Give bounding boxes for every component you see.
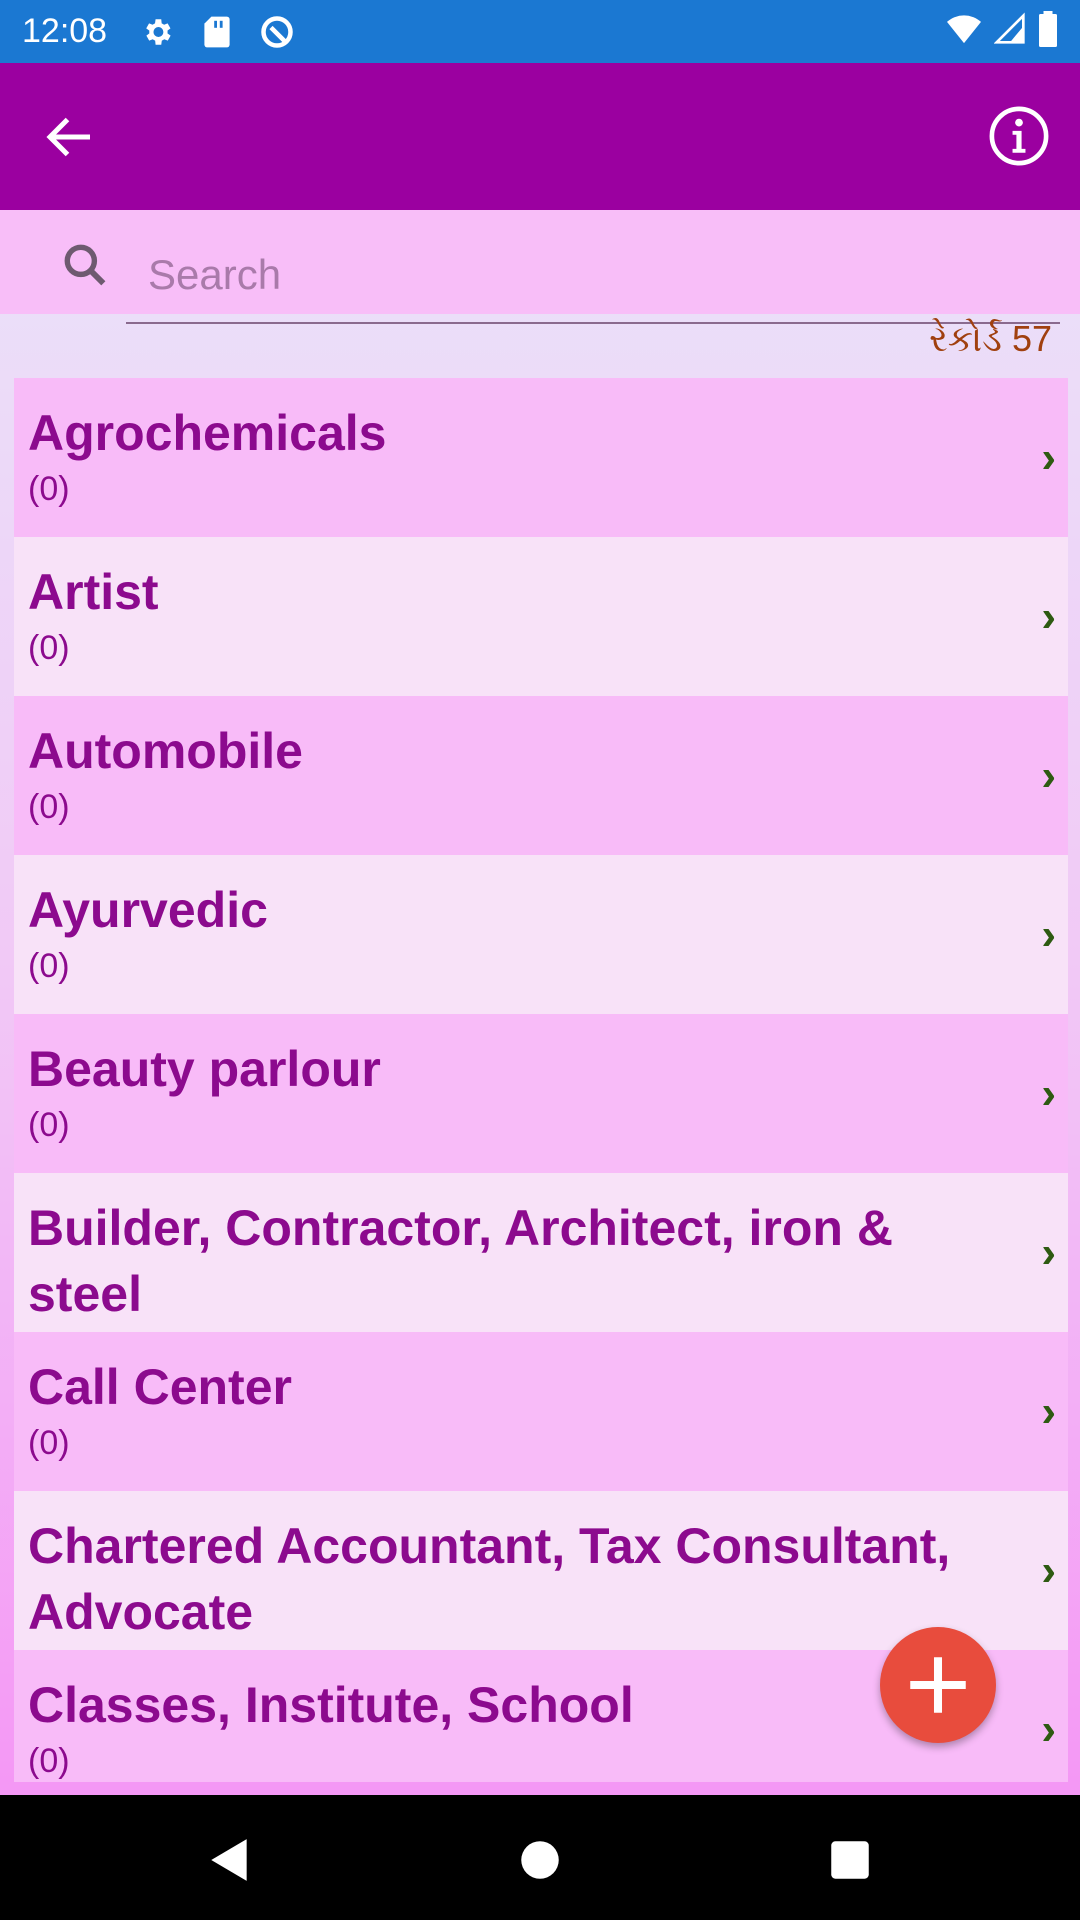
chevron-right-icon: › — [1041, 1704, 1056, 1754]
chevron-right-icon: › — [1041, 1545, 1056, 1595]
item-count: (0) — [28, 1742, 70, 1780]
item-title: Call Center — [28, 1359, 292, 1415]
item-count: (0) — [28, 1424, 70, 1462]
info-icon — [989, 106, 1049, 166]
status-time: 12:08 — [22, 12, 108, 50]
back-button[interactable] — [40, 107, 100, 167]
item-count: (0) — [28, 947, 70, 985]
item-title: Chartered Accountant, Tax Consultant, Ad… — [28, 1518, 951, 1640]
sd-card-icon — [197, 12, 237, 52]
item-title: Beauty parlour — [28, 1041, 381, 1097]
item-title: Ayurvedic — [28, 882, 268, 938]
list-item[interactable]: Agrochemicals (0) › — [14, 378, 1068, 537]
list-item[interactable]: Builder, Contractor, Architect, iron & s… — [14, 1173, 1068, 1369]
chevron-right-icon: › — [1041, 750, 1056, 800]
list-item[interactable]: Ayurvedic (0) › — [14, 855, 1068, 1014]
search-bar — [0, 210, 1080, 324]
gear-icon — [137, 12, 177, 52]
nav-home-icon[interactable] — [515, 1835, 565, 1885]
info-button[interactable] — [988, 105, 1050, 167]
battery-icon — [1038, 11, 1058, 52]
chevron-right-icon: › — [1041, 591, 1056, 641]
chevron-right-icon: › — [1041, 909, 1056, 959]
item-title: Agrochemicals — [28, 405, 387, 461]
list-item[interactable]: Automobile (0) › — [14, 696, 1068, 855]
item-count: (0) — [28, 788, 70, 826]
app-toolbar — [0, 63, 1080, 210]
list-item[interactable]: Beauty parlour (0) › — [14, 1014, 1068, 1173]
add-button[interactable] — [880, 1627, 996, 1743]
navigation-bar — [0, 1795, 1080, 1920]
chevron-right-icon: › — [1041, 1227, 1056, 1277]
item-title: Classes, Institute, School — [28, 1677, 634, 1733]
item-title: Automobile — [28, 723, 303, 779]
status-bar: 12:08 — [0, 0, 1080, 63]
chevron-right-icon: › — [1041, 1068, 1056, 1118]
arrow-left-icon — [46, 117, 90, 157]
chevron-right-icon: › — [1041, 1386, 1056, 1436]
nav-recents-icon[interactable] — [825, 1835, 875, 1885]
list-item[interactable]: Call Center (0) › — [14, 1332, 1068, 1491]
search-input[interactable] — [126, 228, 1060, 324]
chevron-right-icon: › — [1041, 432, 1056, 482]
wifi-icon — [946, 12, 982, 51]
item-count: (0) — [28, 470, 70, 508]
item-count: (0) — [28, 1106, 70, 1144]
list-item[interactable]: Chartered Accountant, Tax Consultant, Ad… — [14, 1491, 1068, 1687]
record-count: રેકોર્ડ 57 — [929, 318, 1052, 359]
nav-back-icon[interactable] — [205, 1835, 255, 1885]
search-icon — [64, 244, 106, 286]
signal-icon — [993, 12, 1026, 51]
data-saver-icon — [257, 12, 297, 52]
list-item[interactable]: Artist (0) › — [14, 537, 1068, 696]
item-count: (0) — [28, 629, 70, 667]
category-list[interactable]: Agrochemicals (0) › Artist (0) › Automobile (0)… — [14, 378, 1068, 1782]
item-title: Artist — [28, 564, 159, 620]
item-title: Builder, Contractor, Architect, iron & s… — [28, 1200, 893, 1322]
plus-icon — [910, 1657, 966, 1713]
